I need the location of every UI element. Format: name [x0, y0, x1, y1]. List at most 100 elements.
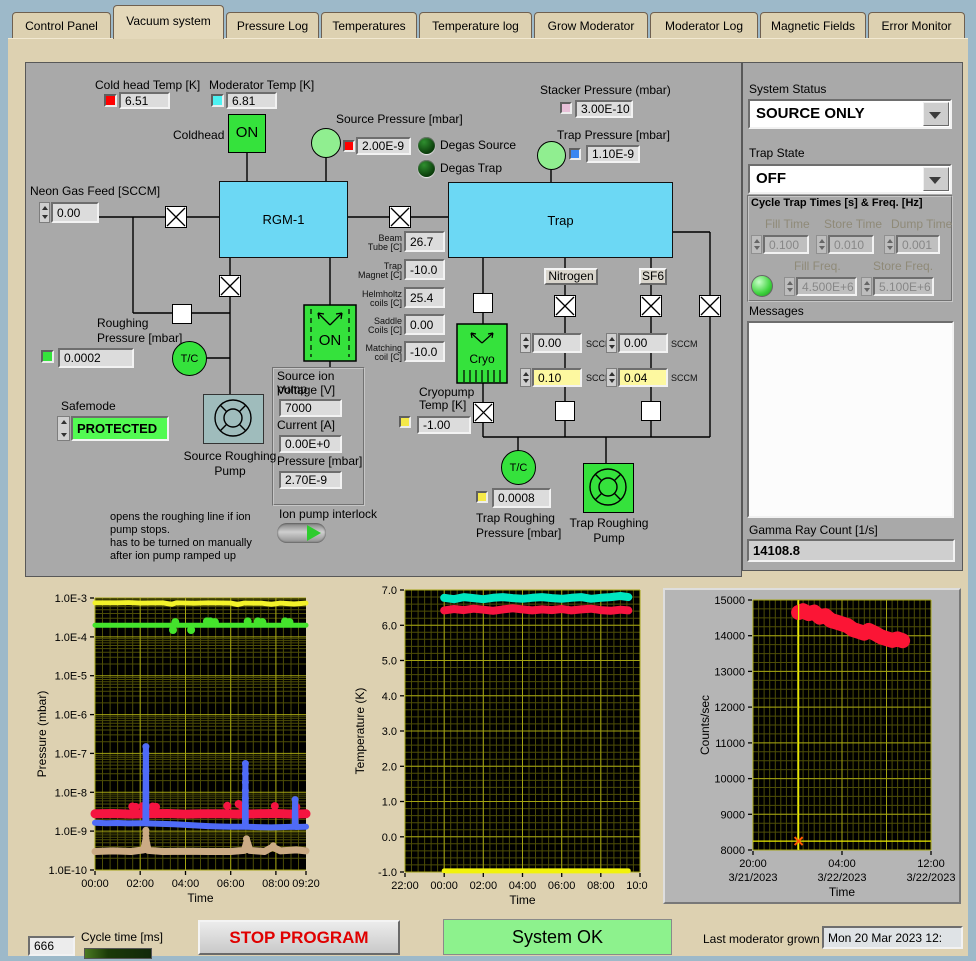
- fill-freq-input[interactable]: 4.500E+6: [796, 277, 857, 296]
- cycle-time-label: Cycle time [ms]: [81, 930, 164, 944]
- fill-time-label: Fill Time: [765, 217, 810, 231]
- source-turbo-pump[interactable]: ON: [303, 304, 357, 362]
- nitrogen-setpoint-spinner[interactable]: [520, 368, 531, 387]
- tab-pressure-log[interactable]: Pressure Log: [226, 12, 319, 39]
- svg-text:4.0: 4.0: [382, 691, 397, 703]
- nitrogen-flow-spinner[interactable]: [520, 333, 531, 353]
- source-roughing-valve[interactable]: [219, 275, 241, 297]
- source-roughing-pump[interactable]: [203, 394, 264, 444]
- trap-vent-valve[interactable]: [699, 295, 721, 317]
- coldhead-on-button[interactable]: ON: [228, 114, 266, 153]
- system-status-dropdown-button[interactable]: [923, 102, 949, 126]
- svg-text:7.0: 7.0: [382, 585, 397, 597]
- nitrogen-button[interactable]: Nitrogen: [544, 268, 598, 285]
- moderator-indicator: [211, 94, 224, 107]
- trap-state-dropdown-button[interactable]: [923, 167, 949, 191]
- stop-program-button[interactable]: STOP PROGRAM: [198, 920, 400, 955]
- sf6-flow-spinner[interactable]: [606, 333, 617, 353]
- ion-pump-pressure-label: Pressure [mbar]: [277, 454, 363, 468]
- cold-head-temp-label: Cold head Temp [K]: [95, 78, 201, 92]
- ion-pump-interlock-toggle[interactable]: [277, 523, 326, 543]
- nitrogen-valve[interactable]: [554, 295, 576, 317]
- svg-text:13000: 13000: [714, 666, 745, 678]
- fill-time-spinner[interactable]: [751, 235, 762, 254]
- tab-error-monitor[interactable]: Error Monitor: [868, 12, 965, 39]
- store-time-label: Store Time: [824, 217, 883, 231]
- svg-text:3/22/2023: 3/22/2023: [818, 872, 867, 884]
- store-time-spinner[interactable]: [816, 235, 827, 254]
- cycle-led: [751, 275, 773, 297]
- fill-freq-label: Fill Freq.: [794, 259, 841, 273]
- cryo-roughing-valve[interactable]: [473, 402, 494, 423]
- trap-state-label: Trap State: [749, 146, 805, 160]
- degas-trap-led[interactable]: [418, 160, 435, 177]
- trap-roughing-pump[interactable]: [583, 463, 634, 513]
- neon-feed-spinner[interactable]: [39, 202, 50, 223]
- svg-text:2.0: 2.0: [382, 761, 397, 773]
- safemode-value[interactable]: PROTECTED: [71, 416, 169, 441]
- ion-pump-voltage-value: 7000: [279, 399, 342, 417]
- neon-feed-input[interactable]: 0.00: [51, 202, 99, 223]
- fill-freq-spinner[interactable]: [784, 277, 795, 296]
- sf6-setpoint-spinner[interactable]: [606, 368, 617, 387]
- coldhead-label: Coldhead: [173, 128, 225, 142]
- svg-text:1.0E-9: 1.0E-9: [55, 826, 87, 838]
- cycle-time-input[interactable]: 666: [28, 936, 75, 956]
- cryo-pump[interactable]: Cryo: [456, 323, 508, 384]
- tab-temperatures[interactable]: Temperatures: [321, 12, 417, 39]
- svg-text:3.0: 3.0: [382, 726, 397, 738]
- sf6-valve[interactable]: [640, 295, 662, 317]
- sf6-button[interactable]: SF6: [639, 268, 667, 285]
- svg-text:00:00: 00:00: [430, 880, 458, 892]
- svg-text:3/21/2023: 3/21/2023: [729, 872, 778, 884]
- neon-valve[interactable]: [165, 206, 187, 228]
- rgm1-vessel: RGM-1: [219, 181, 348, 258]
- source-pressure-indicator: [343, 140, 355, 152]
- dump-time-spinner[interactable]: [884, 235, 895, 254]
- safemode-spinner[interactable]: [57, 416, 70, 441]
- trap-pressure-indicator: [569, 148, 581, 160]
- tab-grow-moderator[interactable]: Grow Moderator: [534, 12, 648, 39]
- svg-text:Time: Time: [829, 885, 856, 899]
- tab-vacuum-system[interactable]: Vacuum system: [113, 5, 224, 39]
- store-freq-input[interactable]: 5.100E+6: [873, 277, 934, 296]
- vacuum-system-window: Control Panel Vacuum system Pressure Log…: [0, 0, 976, 961]
- last-moderator-value: Mon 20 Mar 2023 12:: [822, 926, 963, 949]
- dump-time-input[interactable]: 0.001: [896, 235, 940, 254]
- store-time-input[interactable]: 0.010: [828, 235, 874, 254]
- tab-control-panel[interactable]: Control Panel: [12, 12, 111, 39]
- svg-text:Pressure (mbar): Pressure (mbar): [35, 691, 49, 778]
- svg-text:08:00: 08:00: [262, 878, 290, 890]
- ion-pump-voltage-label: Voltage [V]: [277, 383, 336, 397]
- trap-state-dropdown[interactable]: OFF: [748, 164, 952, 194]
- trap-pressure-label: Trap Pressure [mbar]: [557, 128, 670, 142]
- store-freq-spinner[interactable]: [861, 277, 872, 296]
- stacker-pressure-indicator: [560, 102, 572, 114]
- trap-roughing-pump-label: Trap Roughing Pump: [569, 516, 649, 545]
- tab-temperature-log[interactable]: Temperature log: [419, 12, 532, 39]
- svg-text:12:00: 12:00: [917, 858, 945, 870]
- saddle-coils-label: Saddle Coils [C]: [367, 316, 402, 335]
- pressure-log-chart: 1.0E-3 1.0E-4 1.0E-5 1.0E-6 1.0E-7 1.0E-8 1.0E…: [35, 593, 320, 905]
- sf6-flow-unit: SCCM: [671, 339, 698, 349]
- tab-magnetic-fields[interactable]: Magnetic Fields: [760, 12, 866, 39]
- nitrogen-setpoint-input[interactable]: 0.10: [532, 368, 582, 387]
- gamma-count-value: 14108.8: [747, 539, 955, 562]
- rgm-trap-valve[interactable]: [389, 206, 411, 228]
- degas-source-led[interactable]: [418, 137, 435, 154]
- trap-pressure-gauge: [537, 141, 566, 170]
- svg-text:02:00: 02:00: [126, 878, 154, 890]
- tab-moderator-log[interactable]: Moderator Log: [650, 12, 758, 39]
- system-status-dropdown[interactable]: SOURCE ONLY: [748, 99, 952, 129]
- svg-text:02:00: 02:00: [470, 880, 498, 892]
- svg-text:10000: 10000: [714, 774, 745, 786]
- svg-text:11000: 11000: [715, 738, 745, 750]
- nitrogen-flow-value: 0.00: [532, 333, 582, 353]
- sf6-setpoint-input[interactable]: 0.04: [618, 368, 668, 387]
- svg-text:-1.0: -1.0: [378, 867, 397, 879]
- fill-time-input[interactable]: 0.100: [763, 235, 809, 254]
- ion-pump-current-value: 0.00E+0: [279, 435, 342, 453]
- chevron-down-icon: [929, 177, 941, 184]
- sf6-setpoint-unit: SCCM: [671, 373, 698, 383]
- neon-feed-label: Neon Gas Feed [SCCM]: [30, 184, 161, 198]
